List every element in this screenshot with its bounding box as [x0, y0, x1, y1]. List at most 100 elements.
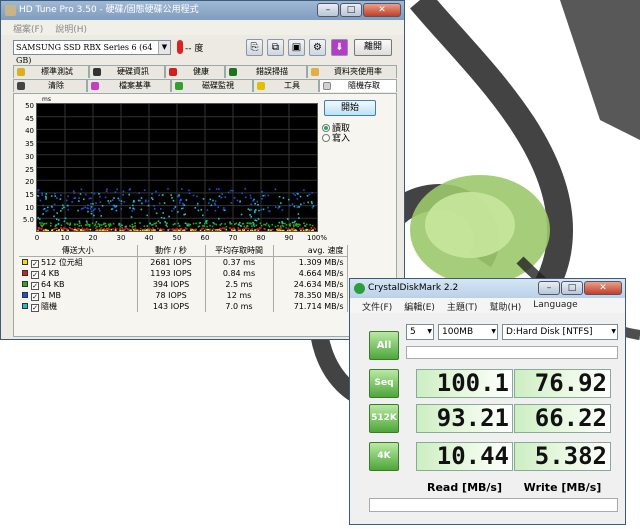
series-checkbox[interactable]: ✓ [31, 292, 39, 301]
tab-health[interactable]: 健康 [165, 65, 225, 78]
cdm-menu-file[interactable]: 文件(F) [356, 298, 398, 313]
scatter-point [282, 222, 284, 224]
all-button[interactable]: All [369, 331, 399, 360]
download-icon[interactable]: ⬇ [331, 39, 348, 56]
write-radio[interactable]: 寫入 [322, 131, 350, 144]
tab-folder-usage[interactable]: 資料夾使用率 [307, 65, 397, 78]
scatter-point [219, 229, 222, 232]
scatter-point [37, 195, 39, 197]
runs-select[interactable]: 5 ▼ [406, 324, 434, 340]
scatter-point [114, 227, 117, 229]
cdm-drive-value: D:Hard Disk [NTFS] [506, 327, 593, 337]
exit-button[interactable]: 離開 [354, 39, 392, 56]
read-column-label: Read [MB/s] [426, 481, 502, 494]
scatter-point [155, 222, 158, 224]
scatter-point [141, 229, 144, 231]
close-button[interactable]: ✕ [363, 3, 401, 17]
scatter-point [95, 202, 97, 204]
scatter-point [82, 207, 84, 210]
options-icon[interactable]: ⚙ [309, 39, 326, 56]
save-icon[interactable]: ▣ [288, 39, 305, 56]
y-tick-label: 5.0 [22, 216, 34, 225]
drive-select[interactable]: D:Hard Disk [NTFS] ▼ [502, 324, 618, 340]
cdm-titlebar[interactable]: CrystalDiskMark 2.2 – □ ✕ [350, 279, 625, 298]
tab-benchmark[interactable]: 標準測試 [13, 65, 89, 78]
scatter-point [193, 228, 196, 231]
transfer-size-cell: ✓ 1 MB [19, 290, 138, 301]
scatter-point [252, 224, 255, 226]
tab-info[interactable]: 硬碟資訊 [89, 65, 165, 78]
scatter-point [155, 225, 157, 227]
scatter-point [47, 206, 49, 209]
seq-button[interactable]: Seq [369, 369, 399, 398]
tab-error-scan[interactable]: 錯誤掃描 [225, 65, 307, 78]
tab-tools[interactable]: 工具 [253, 79, 319, 92]
tab-file-benchmark-label: 檔案基準 [119, 81, 151, 90]
scatter-point [177, 222, 179, 225]
scatter-point [298, 217, 300, 219]
tab-file-benchmark[interactable]: 檔案基準 [87, 79, 171, 92]
tab-health-label: 健康 [193, 67, 209, 76]
tab-random-access[interactable]: 隨機存取 [319, 79, 397, 92]
scatter-point [242, 228, 245, 230]
cdm-menu-help[interactable]: 幫助(H) [483, 298, 527, 313]
scatter-point [278, 195, 281, 198]
drive-select[interactable]: SAMSUNG SSD RBX Series 6 (64 GB) ▼ [13, 40, 171, 65]
hdtune-titlebar[interactable]: HD Tune Pro 3.50 - 硬碟/固態硬碟公用程式 – □ ✕ [1, 1, 404, 20]
cdm-maximize-button[interactable]: □ [561, 281, 583, 295]
scatter-point [218, 195, 221, 197]
scatter-point [151, 224, 153, 226]
scatter-point [312, 205, 315, 207]
cdm-menu-language[interactable]: Language [527, 298, 583, 313]
x-tick-label: 100% [307, 234, 328, 242]
scatter-point [311, 224, 314, 227]
tab-erase[interactable]: 清除 [13, 79, 87, 92]
scatter-point [116, 188, 118, 191]
series-checkbox[interactable]: ✓ [31, 281, 39, 290]
maximize-button[interactable]: □ [340, 3, 362, 17]
scatter-point [98, 225, 101, 228]
cdm-minimize-button[interactable]: – [538, 281, 560, 295]
scatter-point [297, 223, 299, 226]
folder-icon [311, 68, 319, 76]
4k-button[interactable]: 4K [369, 442, 399, 471]
scatter-point [164, 221, 166, 223]
menu-file[interactable]: 檔案(F) [7, 20, 49, 35]
comment-field[interactable] [406, 346, 618, 359]
copy-screen-icon[interactable]: ⧉ [267, 39, 284, 56]
cdm-menu-edit[interactable]: 編輯(E) [398, 298, 441, 313]
size-select[interactable]: 100MB ▼ [438, 324, 498, 340]
x-tick-label: 30 [116, 234, 126, 242]
scatter-point [143, 189, 146, 191]
scatter-point [267, 194, 270, 197]
cdm-close-button[interactable]: ✕ [584, 281, 622, 295]
scatter-point [178, 194, 180, 196]
scatter-point [209, 228, 211, 231]
series-checkbox[interactable]: ✓ [31, 304, 39, 312]
scatter-point [262, 208, 265, 211]
start-button[interactable]: 開始 [324, 100, 376, 116]
series-checkbox[interactable]: ✓ [31, 270, 39, 279]
scatter-point [71, 228, 73, 230]
transfer-size: 64 KB [41, 279, 65, 289]
scatter-point [239, 200, 241, 203]
access-time-chart [36, 103, 318, 232]
scatter-point [151, 193, 153, 195]
series-checkbox[interactable]: ✓ [31, 260, 39, 268]
scatter-point [279, 225, 282, 228]
tab-disk-monitor[interactable]: 磁碟監視 [171, 79, 253, 92]
menu-help[interactable]: 說明(H) [49, 20, 93, 35]
minimize-button[interactable]: – [317, 3, 339, 17]
drive-select-value: SAMSUNG SSD RBX Series 6 (64 GB) [16, 43, 153, 65]
y-tick-label: 35 [25, 140, 34, 149]
scatter-point [162, 194, 164, 196]
scatter-point [314, 228, 317, 230]
scatter-point [162, 212, 164, 214]
scatter-point [165, 224, 167, 226]
copy-info-icon[interactable]: ⎘ [246, 39, 263, 56]
cdm-menu-theme[interactable]: 主題(T) [441, 298, 484, 313]
scatter-point [184, 222, 187, 225]
scatter-point [261, 198, 263, 200]
512k-button[interactable]: 512K [369, 404, 399, 433]
scatter-point [97, 223, 100, 225]
